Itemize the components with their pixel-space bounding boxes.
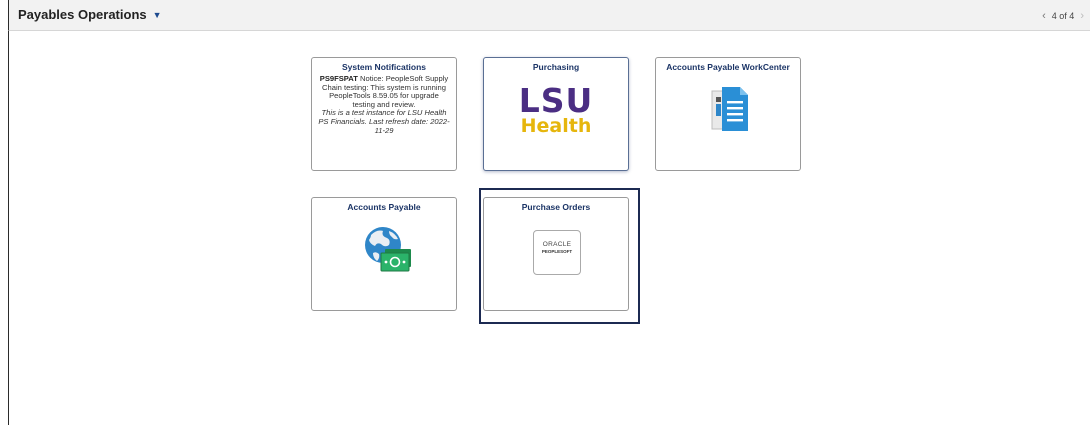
page-pager: ‹ 4 of 4 › (1042, 10, 1084, 22)
lsu-health-logo: LSU Health (484, 81, 628, 137)
tile-title: System Notifications (341, 62, 427, 72)
tile-title: Accounts Payable (347, 202, 421, 212)
tile-purchasing[interactable]: Purchasing LSU Health (483, 57, 629, 171)
next-page-icon[interactable]: › (1080, 10, 1084, 22)
logo-lsu-text: LSU (518, 81, 594, 120)
tile-title: Purchasing (532, 62, 580, 72)
tile-accounts-payable-workcenter[interactable]: Accounts Payable WorkCenter (655, 57, 801, 171)
tile-accounts-payable[interactable]: Accounts Payable (311, 197, 457, 311)
globe-money-icon (361, 223, 415, 282)
previous-page-icon[interactable]: ‹ (1042, 10, 1046, 22)
page-header: Payables Operations ▼ ‹ 4 of 4 › (8, 0, 1090, 31)
pager-text: 4 of 4 (1051, 11, 1075, 21)
documents-icon (708, 85, 750, 140)
notification-text: PS9FSPAT Notice: PeopleSoft Supply Chain… (318, 74, 450, 135)
tile-title: Accounts Payable WorkCenter (666, 62, 790, 72)
tile-focus-indicator (479, 188, 640, 324)
page-title: Payables Operations (18, 7, 147, 22)
tile-system-notifications[interactable]: System Notifications PS9FSPAT Notice: Pe… (311, 57, 457, 171)
page-title-dropdown[interactable]: Payables Operations ▼ (18, 7, 162, 22)
caret-down-icon: ▼ (152, 9, 162, 20)
logo-health-text: Health (520, 115, 592, 137)
notice-italic: This is a test instance for LSU Health P… (318, 108, 450, 135)
